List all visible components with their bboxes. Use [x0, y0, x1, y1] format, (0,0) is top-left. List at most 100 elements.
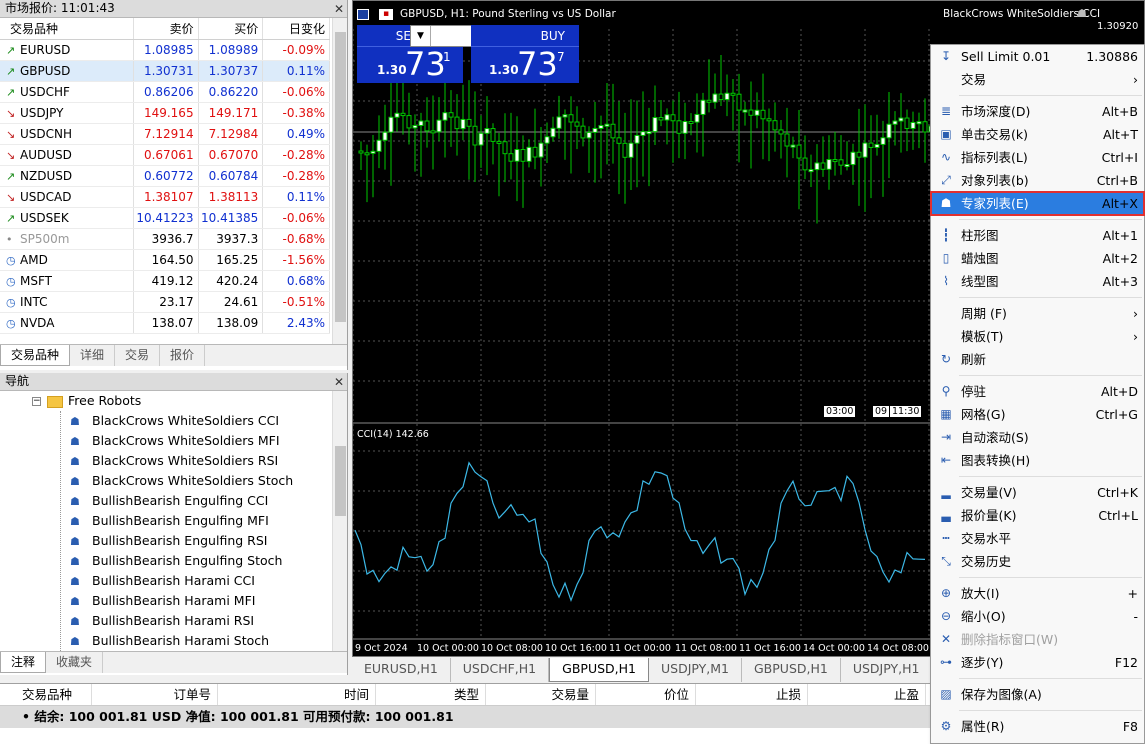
menu-item[interactable]: ▦ 网格(G) Ctrl+G	[931, 403, 1144, 426]
expert-advisor-item[interactable]: ☗ BlackCrows WhiteSoldiers RSI	[0, 451, 330, 471]
menu-item[interactable]: ↻ 刷新	[931, 348, 1144, 371]
expert-advisor-item[interactable]: ☗ BullishBearish Harami CCI	[0, 571, 330, 591]
close-icon[interactable]: ✕	[334, 375, 344, 389]
lot-decrease-button[interactable]: ▼	[411, 26, 431, 46]
terminal-column-header[interactable]: 订单号	[92, 684, 218, 705]
expert-advisor-item[interactable]: ☗ BullishBearish Engulfing MFI	[0, 511, 330, 531]
symbol-cell[interactable]: ↗ USDCHF	[0, 81, 134, 103]
symbol-row[interactable]: ◷ INTC 23.17 24.61 -0.51%	[0, 291, 330, 313]
menu-item[interactable]: 模板(T) ›	[931, 325, 1144, 348]
symbol-row[interactable]: ↗ USDCHF 0.86206 0.86220 -0.06%	[0, 81, 330, 103]
symbol-cell[interactable]: ↘ USDJPY	[0, 102, 134, 124]
menu-item[interactable]: ☗ 专家列表(E) Alt+X	[930, 191, 1145, 216]
menu-item[interactable]: ⚙ 属性(R) F8	[931, 715, 1144, 738]
expert-advisor-item[interactable]: ☗ BullishBearish Engulfing Stoch	[0, 551, 330, 571]
collapse-icon[interactable]: −	[32, 397, 41, 406]
navigator-scrollbar[interactable]	[332, 391, 347, 651]
chart-tab[interactable]: GBPUSD,H1	[549, 658, 649, 682]
scroll-thumb[interactable]	[335, 32, 346, 322]
terminal-column-header[interactable]: 止盈	[808, 684, 926, 705]
symbol-row[interactable]: ↗ NZDUSD 0.60772 0.60784 -0.28%	[0, 165, 330, 187]
expert-advisor-item[interactable]: ☗ BullishBearish Engulfing CCI	[0, 491, 330, 511]
symbol-row[interactable]: ↘ USDCAD 1.38107 1.38113 0.11%	[0, 186, 330, 208]
tab-1[interactable]: 收藏夹	[46, 652, 104, 673]
menu-item[interactable]: ⊶ 逐步(Y) F12	[931, 651, 1144, 674]
symbol-cell[interactable]: ↗ NZDUSD	[0, 165, 134, 187]
symbol-cell[interactable]: • SP500m	[0, 228, 134, 250]
menu-item[interactable]: ▨ 保存为图像(A)	[931, 683, 1144, 706]
menu-item[interactable]: ↧ Sell Limit 0.01 1.30886	[931, 45, 1144, 68]
symbol-cell[interactable]: ↗ USDSEK	[0, 207, 134, 229]
symbol-row[interactable]: ↘ AUDUSD 0.67061 0.67070 -0.28%	[0, 144, 330, 166]
menu-item[interactable]: 周期 (F) ›	[931, 302, 1144, 325]
symbol-cell[interactable]: ◷ AMD	[0, 249, 134, 271]
market-watch-scrollbar[interactable]	[332, 18, 347, 344]
close-icon[interactable]: ✕	[334, 2, 344, 16]
chart-tab[interactable]: USDJPY,H1	[841, 658, 933, 682]
expert-advisor-item[interactable]: ☗ BlackCrows WhiteSoldiers MFI	[0, 431, 330, 451]
terminal-column-header[interactable]: 价位	[596, 684, 696, 705]
symbol-cell[interactable]: ↘ USDCAD	[0, 186, 134, 208]
folder-free-robots[interactable]: − Free Robots	[0, 391, 330, 411]
symbol-row[interactable]: ◷ NVDA 138.07 138.09 2.43%	[0, 312, 330, 334]
menu-item[interactable]: ⊕ 放大(I) +	[931, 582, 1144, 605]
terminal-column-header[interactable]: 时间	[218, 684, 376, 705]
expert-advisor-item[interactable]: ☗ BullishBearish Harami MFI	[0, 591, 330, 611]
menu-item[interactable]: ⇥ 自动滚动(S)	[931, 426, 1144, 449]
symbol-row[interactable]: ↗ EURUSD 1.08985 1.08989 -0.09%	[0, 39, 330, 61]
column-header[interactable]: 日变化	[262, 18, 330, 40]
menu-item[interactable]: ▯ 蜡烛图 Alt+2	[931, 247, 1144, 270]
expert-advisor-item[interactable]: ☗ BullishBearish Engulfing RSI	[0, 531, 330, 551]
symbol-row[interactable]: • SP500m 3936.7 3937.3 -0.68%	[0, 228, 330, 250]
symbol-cell[interactable]: ↗ EURUSD	[0, 39, 134, 61]
tab-2[interactable]: 交易	[115, 345, 161, 366]
tab-3[interactable]: 报价	[160, 345, 206, 366]
expert-advisor-item[interactable]: ☗ BullishBearish Harami Stoch	[0, 631, 330, 651]
menu-item[interactable]: ▂ 交易量(V) Ctrl+K	[931, 481, 1144, 504]
menu-item[interactable]: ⊖ 缩小(O) -	[931, 605, 1144, 628]
symbol-row[interactable]: ↘ USDJPY 149.165 149.171 -0.38%	[0, 102, 330, 124]
terminal-column-header[interactable]: 交易品种	[0, 684, 92, 705]
menu-item[interactable]: ⚲ 停驻 Alt+D	[931, 380, 1144, 403]
symbol-cell[interactable]: ↗ GBPUSD	[0, 60, 134, 82]
tab-1[interactable]: 详细	[70, 345, 116, 366]
symbol-cell[interactable]: ↘ USDCNH	[0, 123, 134, 145]
menu-item[interactable]: ▣ 单击交易(k) Alt+T	[931, 123, 1144, 146]
menu-item[interactable]: 交易 ›	[931, 68, 1144, 91]
expert-advisor-item[interactable]: ☗ BullishBearish Harami RSI	[0, 611, 330, 631]
tab-0[interactable]: 注释	[0, 652, 47, 673]
column-header[interactable]: 买价	[198, 18, 264, 40]
tab-0[interactable]: 交易品种	[0, 345, 71, 366]
symbol-row[interactable]: ↗ USDSEK 10.41223 10.41385 -0.06%	[0, 207, 330, 229]
symbol-row[interactable]: ↗ GBPUSD 1.30731 1.30737 0.11%	[0, 60, 330, 82]
scroll-thumb[interactable]	[335, 446, 346, 516]
expert-advisor-item[interactable]: ☗ BlackCrows WhiteSoldiers Stoch	[0, 471, 330, 491]
menu-item[interactable]: ⤢ 对象列表(b) Ctrl+B	[931, 169, 1144, 192]
menu-item[interactable]: ⌇ 线型图 Alt+3	[931, 270, 1144, 293]
menu-item[interactable]: ⇤ 图表转换(H)	[931, 449, 1144, 472]
expert-advisor-item[interactable]: ☗ BlackCrows WhiteSoldiers CCI	[0, 411, 330, 431]
chart-tab[interactable]: EURUSD,H1	[352, 658, 451, 682]
chart-tab[interactable]: USDCHF,H1	[451, 658, 550, 682]
symbol-cell[interactable]: ◷ INTC	[0, 291, 134, 313]
terminal-column-header[interactable]: 止损	[696, 684, 808, 705]
menu-item[interactable]: ≣ 市场深度(D) Alt+B	[931, 100, 1144, 123]
symbol-cell[interactable]: ◷ NVDA	[0, 312, 134, 334]
chart-tab[interactable]: USDJPY,M1	[649, 658, 742, 682]
menu-item[interactable]: ┅ 交易水平	[931, 527, 1144, 550]
chart-tab[interactable]: GBPUSD,H1	[742, 658, 841, 682]
menu-item[interactable]: ┇ 柱形图 Alt+1	[931, 224, 1144, 247]
symbol-row[interactable]: ◷ MSFT 419.12 420.24 0.68%	[0, 270, 330, 292]
buy-button[interactable]: BUY	[471, 25, 579, 47]
symbol-cell[interactable]: ◷ MSFT	[0, 270, 134, 292]
menu-item[interactable]: ∿ 指标列表(L) Ctrl+I	[931, 146, 1144, 169]
terminal-column-header[interactable]: 类型	[376, 684, 486, 705]
terminal-column-header[interactable]: 交易量	[486, 684, 596, 705]
menu-item[interactable]: ⤡ 交易历史	[931, 550, 1144, 573]
symbol-row[interactable]: ◷ AMD 164.50 165.25 -1.56%	[0, 249, 330, 271]
column-header[interactable]: 卖价	[133, 18, 199, 40]
menu-item[interactable]: ▃ 报价量(K) Ctrl+L	[931, 504, 1144, 527]
symbol-row[interactable]: ↘ USDCNH 7.12914 7.12984 0.49%	[0, 123, 330, 145]
symbol-cell[interactable]: ↘ AUDUSD	[0, 144, 134, 166]
column-header[interactable]: 交易品种	[0, 18, 134, 40]
